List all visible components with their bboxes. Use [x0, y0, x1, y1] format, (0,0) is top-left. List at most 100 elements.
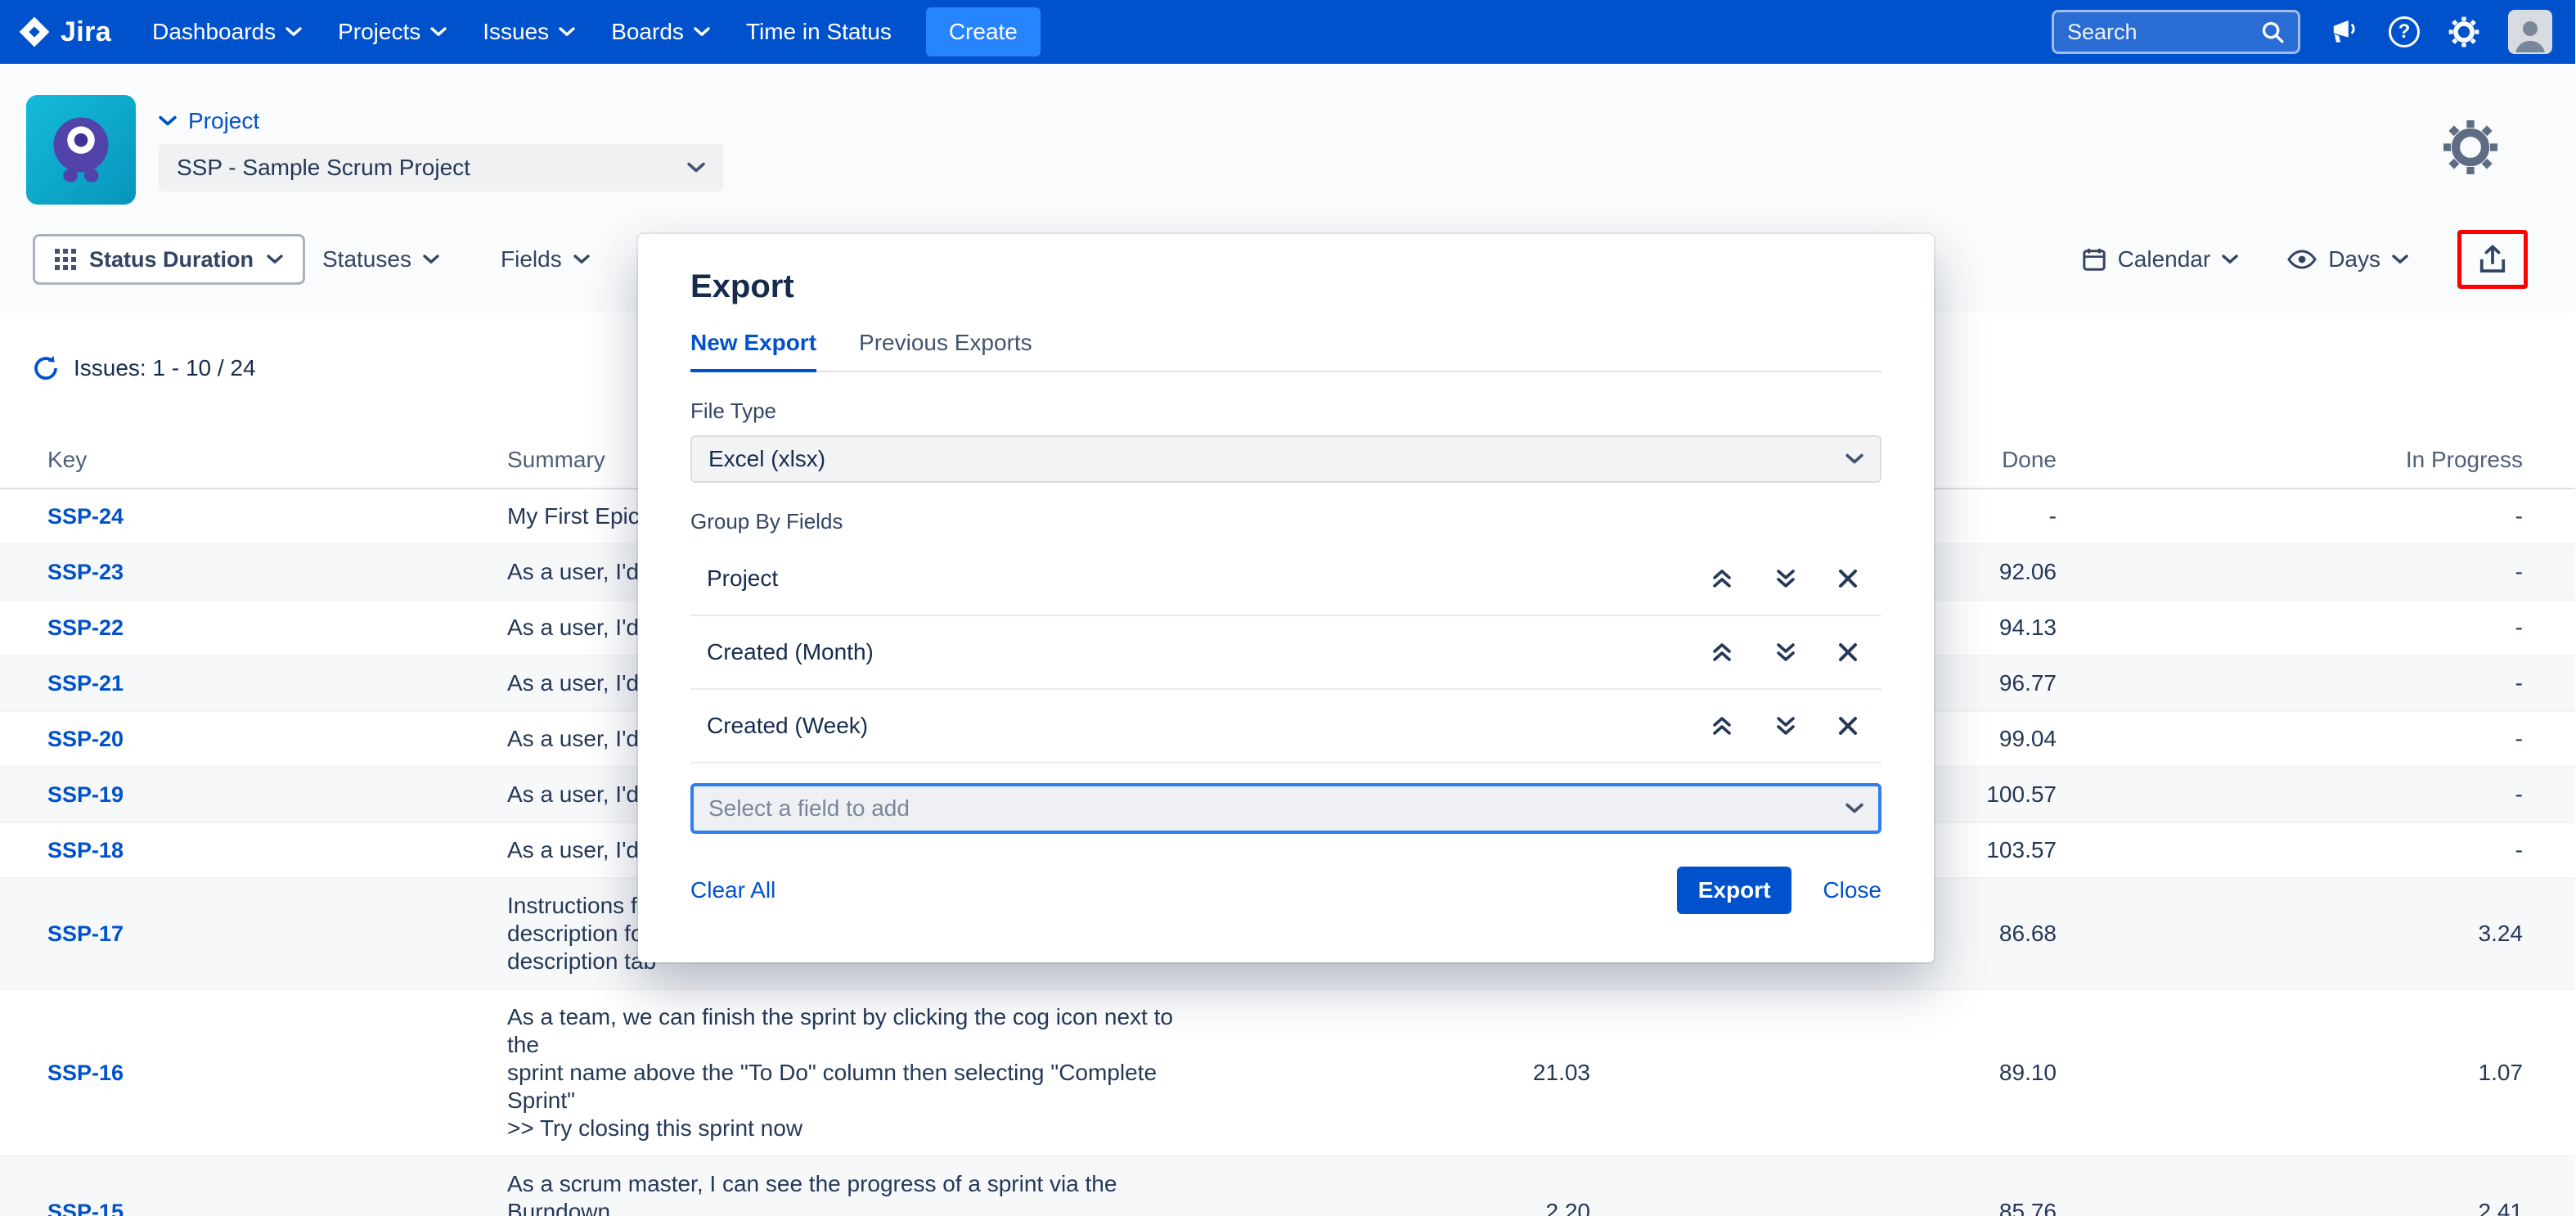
file-type-select[interactable]: Excel (xlsx) — [690, 435, 1881, 483]
user-avatar[interactable] — [2508, 10, 2552, 54]
nav-item-boards[interactable]: Boards — [593, 0, 728, 64]
group-field-label: Project — [707, 565, 778, 592]
search-input[interactable] — [2067, 20, 2250, 45]
chevron-down-icon — [1845, 803, 1863, 814]
days-dropdown[interactable]: Days — [2287, 246, 2408, 272]
move-down-button[interactable] — [1774, 714, 1798, 738]
export-modal: Export New Export Previous Exports File … — [638, 234, 1934, 962]
column-header-in-progress: In Progress — [2057, 447, 2523, 473]
double-chevron-up-icon — [1710, 640, 1734, 664]
group-field-row: Project — [690, 543, 1881, 616]
refresh-icon[interactable] — [33, 355, 59, 381]
issue-key-link[interactable]: SSP-15 — [47, 1200, 124, 1216]
cell-in-progress: - — [2057, 837, 2523, 863]
clear-all-link[interactable]: Clear All — [690, 877, 775, 903]
monster-avatar-icon — [26, 95, 136, 205]
tab-previous-exports[interactable]: Previous Exports — [859, 330, 1032, 371]
chevron-down-icon — [687, 162, 705, 173]
nav-item-time-in-status[interactable]: Time in Status — [728, 0, 910, 64]
double-chevron-up-icon — [1710, 714, 1734, 738]
project-select[interactable]: SSP - Sample Scrum Project — [159, 144, 723, 191]
page-settings-gear-icon[interactable] — [2441, 118, 2500, 183]
navbar-search[interactable] — [2052, 10, 2300, 54]
modal-tabs: New Export Previous Exports — [690, 330, 1881, 372]
chevron-down-icon — [694, 27, 710, 37]
move-down-button[interactable] — [1774, 566, 1798, 591]
nav-item-issues[interactable]: Issues — [465, 0, 593, 64]
cell-in-progress: - — [2057, 559, 2523, 585]
close-link[interactable]: Close — [1823, 877, 1881, 903]
eye-icon — [2287, 250, 2317, 269]
export-open-button[interactable] — [2457, 230, 2528, 289]
statuses-dropdown[interactable]: Statuses — [322, 234, 439, 285]
move-down-button[interactable] — [1774, 640, 1798, 664]
issue-key-link[interactable]: SSP-20 — [47, 727, 124, 751]
remove-field-button[interactable] — [1837, 642, 1859, 663]
add-field-select[interactable]: Select a field to add — [690, 783, 1881, 834]
cell-in-progress: - — [2057, 781, 2523, 808]
close-x-icon — [1837, 715, 1859, 736]
nav-item-dashboards[interactable]: Dashboards — [134, 0, 320, 64]
create-button[interactable]: Create — [926, 7, 1041, 56]
move-up-button[interactable] — [1710, 640, 1734, 664]
table-row: SSP-16 As a team, we can finish the spri… — [0, 990, 2575, 1157]
group-by-field-list: Project Created (Month) — [690, 543, 1881, 763]
issue-key-link[interactable]: SSP-19 — [47, 782, 124, 807]
cell-in-progress: 1.07 — [2057, 1060, 2523, 1086]
feedback-megaphone-icon[interactable] — [2328, 18, 2361, 46]
double-chevron-down-icon — [1774, 566, 1798, 591]
cell-hidden-column: 2.20 — [1211, 1199, 1590, 1216]
toolbar-right: Calendar Days — [2082, 229, 2528, 290]
project-avatar — [26, 95, 136, 205]
close-x-icon — [1837, 568, 1859, 589]
settings-gear-icon[interactable] — [2448, 16, 2480, 48]
double-chevron-up-icon — [1710, 566, 1734, 591]
issue-key-link[interactable]: SSP-24 — [47, 504, 124, 529]
help-icon[interactable]: ? — [2389, 16, 2420, 47]
project-breadcrumb[interactable]: Project — [159, 108, 259, 134]
group-field-row: Created (Week) — [690, 690, 1881, 763]
chevron-down-icon — [430, 27, 447, 37]
move-up-button[interactable] — [1710, 714, 1734, 738]
chevron-down-icon — [559, 27, 575, 37]
move-up-button[interactable] — [1710, 566, 1734, 591]
cell-in-progress: 3.24 — [2057, 921, 2523, 947]
top-navbar: Jira Dashboards Projects Issues Boards T… — [0, 0, 2575, 64]
chevron-down-icon — [423, 254, 439, 264]
issue-key-link[interactable]: SSP-23 — [47, 560, 124, 584]
calendar-icon — [2082, 247, 2106, 272]
brand-name: Jira — [61, 16, 111, 48]
cell-in-progress: - — [2057, 503, 2523, 529]
group-field-label: Created (Month) — [707, 639, 874, 665]
group-field-row: Created (Month) — [690, 616, 1881, 690]
issues-summary-line: Issues: 1 - 10 / 24 — [33, 355, 256, 381]
status-duration-view-button[interactable]: Status Duration — [33, 234, 305, 285]
chevron-down-icon — [1845, 453, 1863, 465]
remove-field-button[interactable] — [1837, 715, 1859, 736]
export-button[interactable]: Export — [1677, 867, 1792, 914]
cell-hidden-column: 21.03 — [1211, 1060, 1590, 1086]
page: Jira Dashboards Projects Issues Boards T… — [0, 0, 2575, 1216]
calendar-dropdown[interactable]: Calendar — [2082, 246, 2239, 272]
search-icon — [2260, 20, 2285, 44]
issue-key-link[interactable]: SSP-21 — [47, 671, 124, 696]
table-row: SSP-15 As a scrum master, I can see the … — [0, 1157, 2575, 1216]
issue-key-link[interactable]: SSP-16 — [47, 1061, 124, 1085]
cell-done: 89.10 — [1590, 1060, 2057, 1086]
remove-field-button[interactable] — [1837, 568, 1859, 589]
jira-mark-icon — [18, 16, 51, 48]
cell-in-progress: - — [2057, 615, 2523, 641]
cell-in-progress: 2.41 — [2057, 1199, 2523, 1216]
issue-key-link[interactable]: SSP-22 — [47, 615, 124, 640]
issue-key-link[interactable]: SSP-18 — [47, 838, 124, 862]
group-by-fields-label: Group By Fields — [690, 509, 1881, 534]
issue-summary: As a team, we can finish the sprint by c… — [507, 1003, 1211, 1142]
fields-dropdown[interactable]: Fields — [501, 234, 590, 285]
nav-item-projects[interactable]: Projects — [320, 0, 465, 64]
cell-done: 85.76 — [1590, 1199, 2057, 1216]
issue-key-link[interactable]: SSP-17 — [47, 921, 124, 946]
tab-new-export[interactable]: New Export — [690, 330, 816, 372]
double-chevron-down-icon — [1774, 714, 1798, 738]
jira-logo[interactable]: Jira — [18, 16, 111, 48]
cell-in-progress: - — [2057, 670, 2523, 696]
